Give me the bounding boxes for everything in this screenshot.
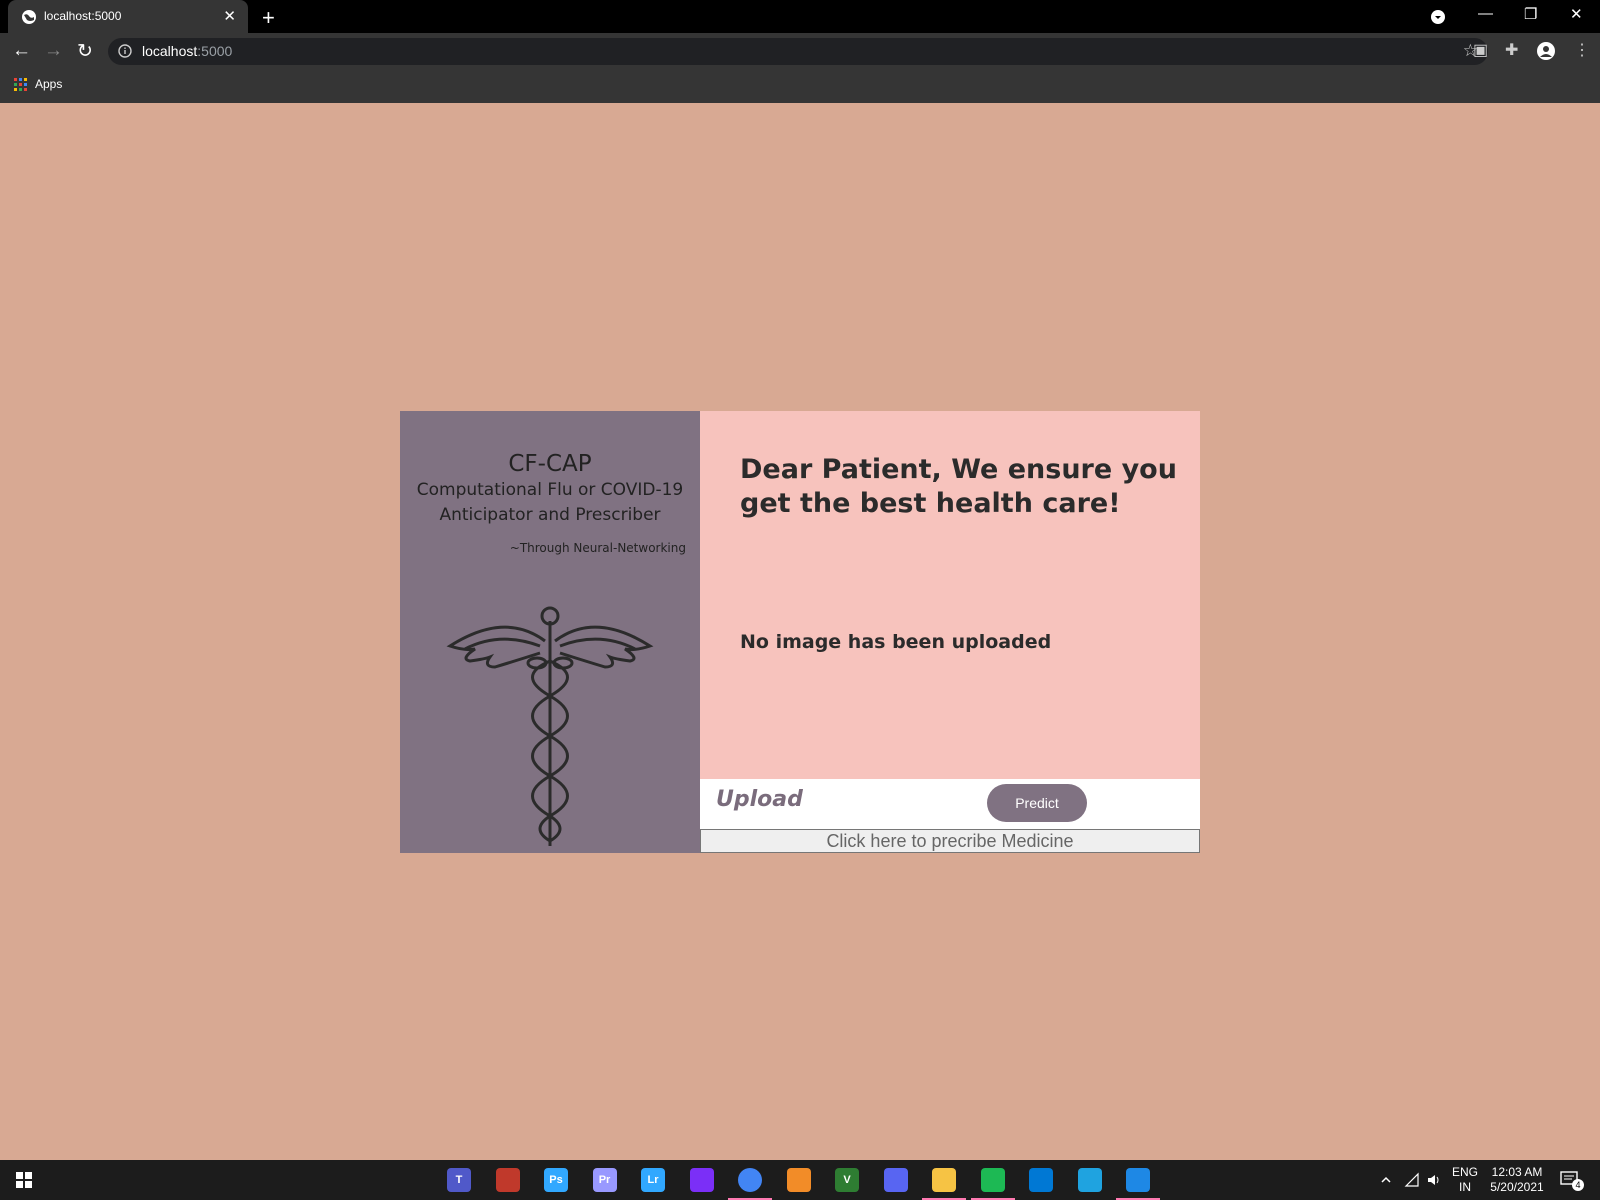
clock-time: 12:03 AM: [1491, 1165, 1543, 1179]
action-bar: Upload Predict Click here to precribe Me…: [700, 779, 1200, 853]
upload-button[interactable]: Upload: [716, 787, 803, 812]
vscode-icon[interactable]: [1029, 1168, 1053, 1192]
prescribe-medicine-button[interactable]: Click here to precribe Medicine: [700, 829, 1200, 853]
brand-subtitle-line1: Computational Flu or COVID-19: [416, 480, 684, 500]
bookmarks-bar: Apps: [0, 69, 1600, 103]
bookmark-apps[interactable]: Apps: [14, 77, 62, 91]
close-window-icon[interactable]: ✕: [1570, 5, 1583, 23]
language-indicator[interactable]: ENG IN: [1452, 1165, 1478, 1195]
menu-kebab-icon[interactable]: ⋮: [1574, 40, 1590, 60]
video-editor-icon[interactable]: [1126, 1168, 1150, 1192]
photoshop-icon[interactable]: Ps: [544, 1168, 568, 1192]
edge-icon[interactable]: [1077, 1168, 1102, 1192]
eclipse-icon[interactable]: [786, 1168, 811, 1192]
greeting-heading: Dear Patient, We ensure you get the best…: [740, 454, 1177, 519]
url-text: localhost:5000: [142, 43, 233, 59]
spotify-icon[interactable]: [980, 1168, 1005, 1192]
brand-panel: CF-CAP Computational Flu or COVID-19 Ant…: [400, 411, 700, 853]
close-tab-icon[interactable]: ✕: [223, 7, 236, 25]
windows-start-icon[interactable]: [16, 1172, 32, 1188]
vim-icon[interactable]: V: [835, 1168, 859, 1192]
chevron-up-icon[interactable]: [1380, 1174, 1392, 1186]
browser-toolbar: ← → ↻ localhost:5000 ☆ ▣ ✚ ⋮: [0, 33, 1600, 69]
discord-icon[interactable]: [883, 1168, 908, 1192]
notification-count-badge: 4: [1572, 1179, 1584, 1191]
teams-icon[interactable]: T: [447, 1168, 471, 1192]
message-panel: Dear Patient, We ensure you get the best…: [700, 411, 1200, 779]
extensions-puzzle-icon[interactable]: ✚: [1505, 40, 1518, 60]
info-icon[interactable]: [118, 44, 132, 58]
new-tab-icon[interactable]: +: [262, 5, 275, 31]
podcast-icon[interactable]: [689, 1168, 714, 1192]
profile-dropdown-icon[interactable]: [1430, 9, 1446, 25]
globe-icon: [22, 10, 36, 24]
main-card: CF-CAP Computational Flu or COVID-19 Ant…: [400, 411, 1200, 853]
windows-taskbar: T Ps Pr Lr V ENG IN 12:03 AM 5/20/2021 4: [0, 1160, 1600, 1200]
back-icon[interactable]: ←: [12, 40, 31, 62]
apps-grid-icon: [14, 77, 27, 91]
wifi-icon[interactable]: [1404, 1172, 1420, 1188]
tagline: ~Through Neural-Networking: [509, 541, 686, 555]
region-code: IN: [1459, 1180, 1471, 1194]
notification-center-icon[interactable]: 4: [1560, 1170, 1586, 1192]
extension-square-icon[interactable]: ▣: [1473, 40, 1488, 60]
reload-icon[interactable]: ↻: [77, 40, 93, 63]
upload-status-text: No image has been uploaded: [740, 631, 1052, 653]
browser-tab-bar: localhost:5000 ✕ + — ❐ ✕: [0, 0, 1600, 33]
speedometer-icon[interactable]: [495, 1168, 520, 1192]
premiere-icon[interactable]: Pr: [592, 1168, 617, 1192]
caduceus-icon: [446, 606, 654, 846]
apps-label: Apps: [35, 77, 63, 91]
restore-icon[interactable]: ❐: [1524, 5, 1537, 23]
volume-icon[interactable]: [1426, 1172, 1442, 1188]
clock[interactable]: 12:03 AM 5/20/2021: [1487, 1165, 1547, 1195]
brand-name: CF-CAP: [508, 451, 592, 477]
forward-icon[interactable]: →: [44, 40, 63, 62]
address-bar[interactable]: localhost:5000 ☆: [108, 38, 1488, 65]
brand-subtitle-line2: Anticipator and Prescriber: [439, 505, 661, 525]
chrome-icon[interactable]: [738, 1168, 762, 1192]
clock-date: 5/20/2021: [1490, 1180, 1544, 1194]
tab-title: localhost:5000: [44, 9, 122, 23]
predict-button[interactable]: Predict: [987, 784, 1087, 822]
lightroom-icon[interactable]: Lr: [641, 1168, 665, 1192]
profile-avatar-icon[interactable]: [1536, 41, 1556, 61]
file-explorer-icon[interactable]: [932, 1168, 956, 1192]
brand-block: CF-CAP Computational Flu or COVID-19 Ant…: [400, 451, 700, 555]
browser-tab[interactable]: localhost:5000 ✕: [8, 0, 248, 33]
minimize-icon[interactable]: —: [1478, 5, 1493, 22]
language-code: ENG: [1452, 1165, 1479, 1179]
